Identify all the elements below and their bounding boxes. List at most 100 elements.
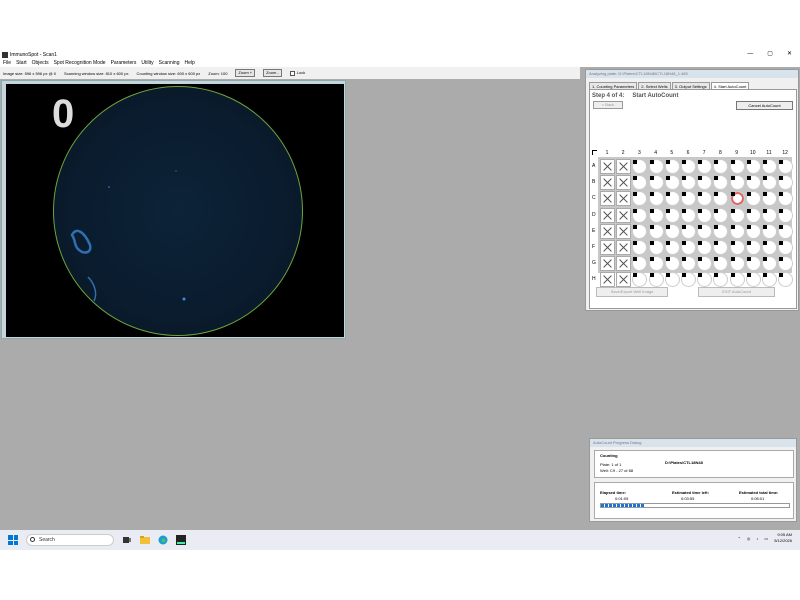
plate-well[interactable]: [681, 207, 696, 223]
menu-utility[interactable]: Utility: [141, 60, 153, 66]
plate-well-excluded[interactable]: [616, 191, 632, 207]
plate-well[interactable]: [729, 207, 745, 223]
plate-well[interactable]: [648, 191, 664, 207]
plate-well[interactable]: [778, 223, 794, 239]
plate-well[interactable]: [681, 223, 696, 239]
plate-well-excluded[interactable]: [616, 175, 632, 191]
well-flag-icon: [665, 176, 670, 181]
plate-well[interactable]: [648, 256, 664, 272]
plate-well-excluded[interactable]: [600, 159, 615, 174]
plate-well[interactable]: [745, 207, 761, 223]
menu-help[interactable]: Help: [185, 60, 195, 66]
file-explorer-icon[interactable]: [140, 535, 150, 545]
plate-well-excluded[interactable]: [600, 240, 615, 255]
plate-well[interactable]: [648, 159, 664, 174]
plate-well-excluded[interactable]: [616, 256, 632, 272]
plate-well[interactable]: [745, 240, 761, 255]
plate-well[interactable]: [697, 223, 713, 239]
plate-well[interactable]: [729, 191, 745, 207]
volume-icon[interactable]: ♪: [756, 536, 758, 541]
battery-icon[interactable]: ▭: [764, 536, 768, 541]
windows-start-icon[interactable]: [8, 535, 18, 545]
zoom-in-button[interactable]: Zoom +: [235, 69, 256, 77]
plate-well[interactable]: [729, 256, 745, 272]
plate-well[interactable]: [648, 207, 664, 223]
well-image-view[interactable]: 0: [6, 84, 344, 337]
network-icon[interactable]: ◎: [747, 536, 751, 541]
clock[interactable]: 9:05 AM 5/12/2026: [774, 532, 792, 544]
lock-checkbox[interactable]: [289, 70, 295, 76]
well-flag-icon: [649, 273, 654, 278]
plate-well[interactable]: [745, 272, 761, 288]
plate-well[interactable]: [681, 159, 696, 174]
plate-well-excluded[interactable]: [600, 272, 615, 288]
menu-file[interactable]: File: [3, 60, 11, 66]
exit-autocount-button[interactable]: EXIT AutoCount: [698, 287, 775, 297]
plate-well[interactable]: [762, 159, 777, 174]
close-button[interactable]: ✕: [787, 50, 792, 59]
plate-well[interactable]: [664, 175, 680, 191]
taskbar-search-input[interactable]: Search: [26, 534, 114, 546]
plate-well[interactable]: [648, 223, 664, 239]
plate-well-excluded[interactable]: [600, 256, 615, 272]
plate-well[interactable]: [632, 272, 648, 288]
plate-well[interactable]: [664, 207, 680, 223]
plate-well[interactable]: [729, 272, 745, 288]
plate-well[interactable]: [745, 159, 761, 174]
plate-well-excluded[interactable]: [600, 207, 615, 223]
menu-objects[interactable]: Objects: [32, 60, 49, 66]
plate-well[interactable]: [762, 223, 777, 239]
plate-well[interactable]: [745, 256, 761, 272]
tray-chevron-icon[interactable]: ⌃: [738, 536, 741, 541]
menu-scanning[interactable]: Scanning: [159, 60, 180, 66]
plate-well[interactable]: [664, 240, 680, 255]
save-export-well-image-button[interactable]: Save/Export Well Image: [596, 287, 668, 297]
plate-well[interactable]: [729, 175, 745, 191]
plate-well[interactable]: [778, 272, 794, 288]
plate-well[interactable]: [713, 272, 729, 288]
immunospot-app-icon[interactable]: [176, 535, 186, 545]
plate-well[interactable]: [762, 240, 777, 255]
plate-well[interactable]: [664, 223, 680, 239]
plate-well[interactable]: [697, 272, 713, 288]
menu-start[interactable]: Start: [16, 60, 27, 66]
plate-well[interactable]: [729, 240, 745, 255]
plate-well-excluded[interactable]: [600, 191, 615, 207]
plate-well-excluded[interactable]: [616, 207, 632, 223]
plate-well[interactable]: [648, 240, 664, 255]
plate-well[interactable]: [745, 223, 761, 239]
plate-well-excluded[interactable]: [600, 175, 615, 191]
plate-well[interactable]: [648, 272, 664, 288]
edge-browser-icon[interactable]: [158, 535, 168, 545]
plate-well-excluded[interactable]: [600, 223, 615, 239]
plate-well[interactable]: [729, 223, 745, 239]
maximize-button[interactable]: ▢: [767, 50, 773, 59]
plate-well[interactable]: [745, 175, 761, 191]
menu-parameters[interactable]: Parameters: [111, 60, 137, 66]
plate-well-excluded[interactable]: [616, 272, 632, 288]
plate-well[interactable]: [681, 240, 696, 255]
plate-well[interactable]: [713, 207, 729, 223]
cancel-autocount-button[interactable]: Cancel AutoCount: [736, 101, 793, 110]
plate-well-excluded[interactable]: [616, 223, 632, 239]
plate-well[interactable]: [697, 207, 713, 223]
plate-well[interactable]: [648, 175, 664, 191]
menu-spot-recognition-mode[interactable]: Spot Recognition Mode: [54, 60, 106, 66]
plate-well[interactable]: [664, 272, 680, 288]
plate-well[interactable]: [632, 207, 648, 223]
plate-well[interactable]: [762, 272, 777, 288]
plate-well[interactable]: [664, 159, 680, 174]
plate-well[interactable]: [762, 207, 777, 223]
plate-well[interactable]: [729, 159, 745, 174]
lock-toggle[interactable]: Lock: [289, 70, 305, 76]
plate-well[interactable]: [664, 256, 680, 272]
task-view-icon[interactable]: [122, 535, 132, 545]
plate-well[interactable]: [778, 207, 794, 223]
plate-well[interactable]: [681, 272, 696, 288]
minimize-button[interactable]: —: [747, 50, 753, 59]
plate-well-excluded[interactable]: [616, 159, 632, 174]
plate-column-header: 8: [719, 150, 722, 156]
plate-well-excluded[interactable]: [616, 240, 632, 255]
zoom-out-button[interactable]: Zoom -: [263, 69, 282, 77]
back-button[interactable]: < Back: [593, 101, 623, 109]
